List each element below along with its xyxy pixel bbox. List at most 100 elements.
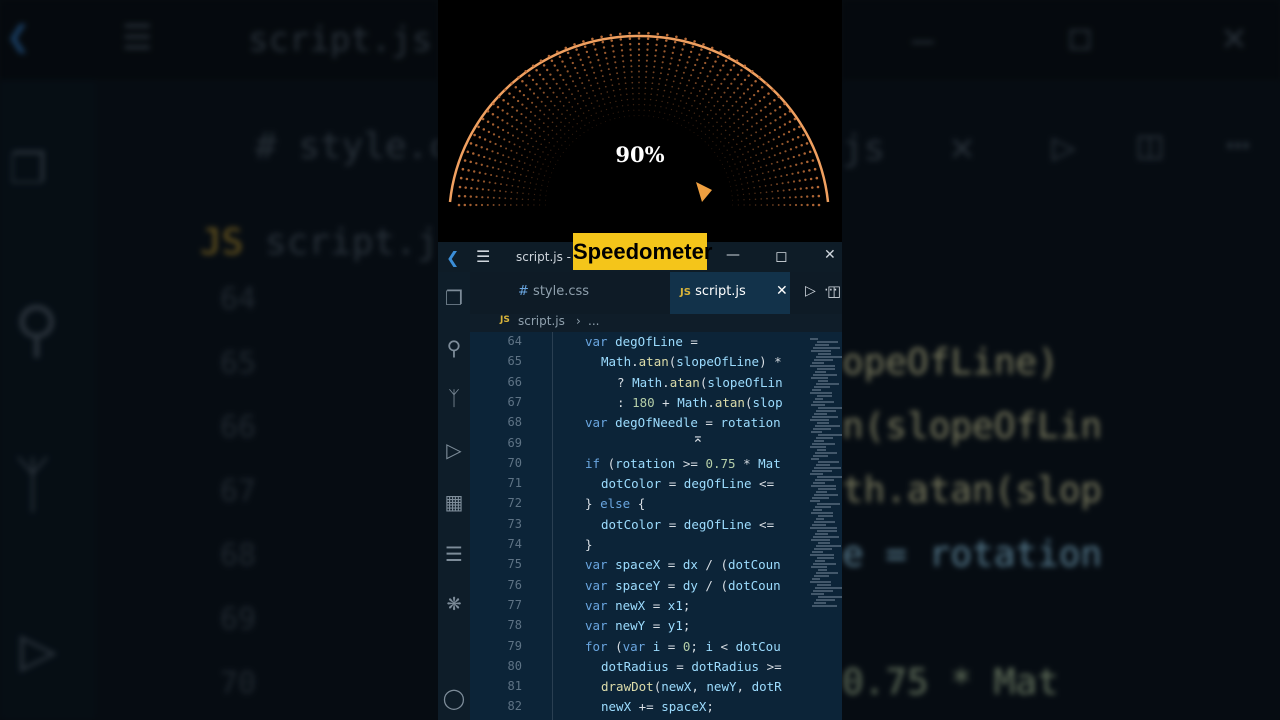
code-line[interactable]: var newY = y1; xyxy=(585,618,801,633)
gauge-dot xyxy=(728,117,731,120)
gauge-dot xyxy=(672,46,676,49)
list-icon[interactable]: ☰ xyxy=(438,542,470,566)
gauge-dot xyxy=(549,176,551,178)
code-line[interactable]: Math.atan(slopeOfLine) * xyxy=(601,354,801,369)
code-line[interactable]: drawDot(newX, newY, dotR xyxy=(601,679,801,694)
gauge-dot xyxy=(763,178,766,181)
copilot-icon[interactable]: ❋ xyxy=(438,594,470,615)
gauge-dot xyxy=(682,95,684,97)
code-line[interactable]: dotColor = degOfLine <= xyxy=(601,517,801,532)
hamburger-menu-icon[interactable]: ☰ xyxy=(476,247,490,266)
gauge-dot xyxy=(611,84,614,87)
code-line[interactable]: var newX = x1; xyxy=(585,598,801,613)
code-line[interactable]: dotRadius = dotRadius >= xyxy=(601,659,801,674)
gauge-dot xyxy=(622,60,625,63)
gauge-dot xyxy=(744,101,747,104)
more-actions-icon[interactable]: ⋯ xyxy=(824,282,838,298)
gauge-dot xyxy=(688,79,691,82)
close-button[interactable]: ✕ xyxy=(824,247,836,263)
tab-script-js[interactable]: JS script.js xyxy=(680,284,746,299)
gauge-dot xyxy=(539,87,542,90)
gauge-dot xyxy=(668,96,670,99)
gauge-dot xyxy=(759,192,762,194)
breadcrumb-rest[interactable]: ... xyxy=(588,314,599,328)
gauge-dot xyxy=(787,181,790,184)
gauge-dot xyxy=(777,197,780,199)
code-line[interactable]: for (var i = 0; i < dotCou xyxy=(585,639,801,654)
gauge-dot xyxy=(688,55,691,59)
gauge-dot xyxy=(503,169,506,172)
gauge-dot xyxy=(576,71,579,75)
gauge-dot xyxy=(701,110,704,113)
gauge-dot xyxy=(600,110,602,112)
gauge-dot xyxy=(669,91,672,93)
gauge-dot xyxy=(783,123,787,126)
code-line[interactable]: } xyxy=(585,537,801,552)
gauge-dot xyxy=(595,124,598,126)
source-control-icon[interactable]: ᛉ xyxy=(438,386,470,410)
gauge-dot xyxy=(732,138,735,141)
gauge-dot xyxy=(811,186,814,189)
gauge-dot xyxy=(694,63,697,67)
account-icon[interactable]: ◯ xyxy=(438,686,470,710)
editor-tabs: # style.css JS script.js ✕ ▷ ◫ xyxy=(470,272,842,314)
gauge-dot xyxy=(616,106,618,108)
code-line[interactable]: var spaceY = dy / (dotCoun xyxy=(585,578,801,593)
gauge-dot xyxy=(667,119,669,121)
gauge-dot xyxy=(613,95,616,97)
code-line[interactable]: if (rotation >= 0.75 * Mat xyxy=(585,456,801,471)
code-line[interactable]: newX += spaceX; xyxy=(601,699,801,714)
gauge-dot xyxy=(676,122,678,124)
gauge-dot xyxy=(491,113,495,116)
tab-close-icon[interactable]: ✕ xyxy=(776,283,788,299)
gauge-dot xyxy=(697,134,699,137)
gauge-dot xyxy=(742,92,746,95)
minimap[interactable] xyxy=(810,338,842,608)
gauge-dot xyxy=(473,170,476,173)
code-line[interactable]: ? Math.atan(slopeOfLin xyxy=(617,375,801,390)
gauge-dot xyxy=(524,181,526,183)
gauge-dot xyxy=(699,102,701,105)
gauge-dot xyxy=(610,39,613,42)
breadcrumb-file[interactable]: script.js xyxy=(518,314,565,328)
minimap-line xyxy=(817,584,831,586)
code-line[interactable]: var degOfLine = xyxy=(585,334,801,349)
search-icon[interactable]: ⚲ xyxy=(438,336,470,360)
gauge-dot xyxy=(665,107,667,109)
minimap-line xyxy=(812,497,829,499)
code-line[interactable]: var degOfNeedle = rotation xyxy=(585,415,801,430)
gauge-dot xyxy=(649,98,652,101)
code-line[interactable]: : 180 + Math.atan(slop xyxy=(617,395,801,410)
minimap-line xyxy=(814,359,833,361)
gauge-dot xyxy=(758,75,761,79)
run-icon[interactable]: ▷ xyxy=(805,283,816,299)
maximize-button[interactable]: ◻ xyxy=(775,247,787,265)
run-debug-icon[interactable]: ▷ xyxy=(438,438,470,462)
gauge-dot xyxy=(724,137,726,139)
code-editor[interactable]: 64 65 66 67 68 69 70 71 72 73 74 75 76 77 78 79 80 81 82 v… xyxy=(470,332,842,720)
gauge-dot xyxy=(602,115,604,117)
gauge-dot xyxy=(771,197,774,200)
line-number: 82 xyxy=(507,699,522,714)
extensions-icon[interactable]: ▦ xyxy=(438,490,470,514)
minimize-button[interactable]: — xyxy=(726,247,740,263)
code-line[interactable]: dotColor = degOfLine <= xyxy=(601,476,801,491)
gauge-dot xyxy=(509,204,512,206)
gauge-dot xyxy=(741,114,744,117)
gauge-dot xyxy=(486,203,489,207)
code-line[interactable]: } else { xyxy=(585,496,801,511)
gauge-dot xyxy=(746,182,749,184)
code-line[interactable]: var spaceX = dx / (dotCoun xyxy=(585,557,801,572)
gauge-dot xyxy=(534,114,537,117)
gauge-dot xyxy=(583,87,586,89)
gauge-dot xyxy=(745,176,747,179)
gauge-dot xyxy=(728,134,731,136)
gauge-dot xyxy=(704,80,706,83)
gauge-dot xyxy=(678,105,680,107)
tab-style-css[interactable]: # style.css xyxy=(518,284,589,299)
gauge-dot xyxy=(535,69,538,72)
gauge-dot xyxy=(618,116,621,119)
gauge-dot xyxy=(696,95,699,97)
gauge-dot xyxy=(540,189,542,191)
files-icon[interactable]: ❐ xyxy=(438,286,470,310)
